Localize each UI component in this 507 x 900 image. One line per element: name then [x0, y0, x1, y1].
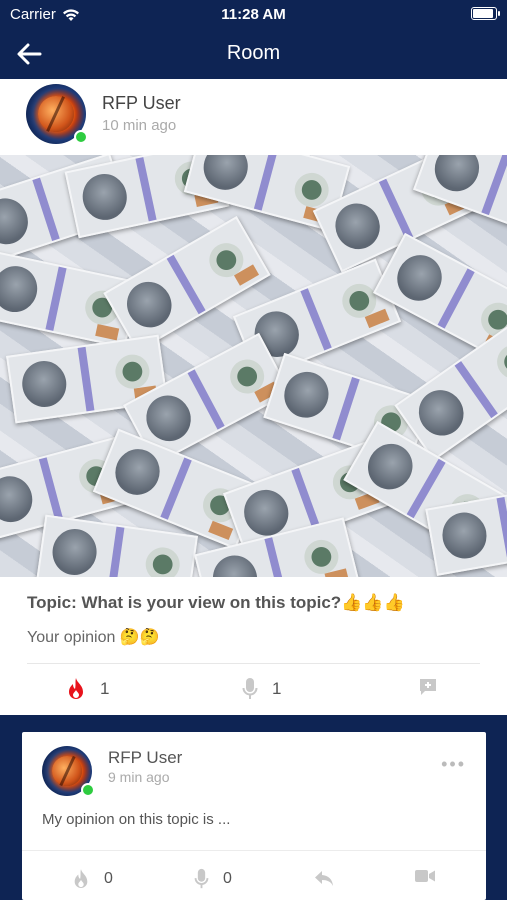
more-options-icon[interactable]: •••	[441, 754, 466, 775]
post-mic-button[interactable]: 1	[242, 677, 281, 701]
comment-actions: 0 0	[22, 868, 486, 892]
post-card: RFP User 10 min ago Topic: What is your …	[0, 79, 507, 715]
topic-text: Topic: What is your view on this topic?	[27, 593, 342, 612]
microphone-icon	[194, 868, 209, 889]
video-call-button[interactable]	[414, 868, 436, 884]
reply-button[interactable]	[313, 868, 335, 888]
clock: 11:28 AM	[221, 6, 286, 23]
comment-avatar[interactable]	[42, 746, 95, 797]
battery-icon	[471, 7, 500, 20]
add-comment-icon	[420, 679, 436, 695]
post-add-comment-button[interactable]	[418, 677, 438, 697]
post-fire-count: 1	[100, 679, 110, 698]
page-title: Room	[226, 42, 281, 64]
comment-body: My opinion on this topic is ...	[42, 811, 231, 828]
comment-mic-button[interactable]: 0	[194, 868, 232, 890]
online-status-dot	[74, 130, 88, 144]
comment-mic-count: 0	[223, 870, 232, 887]
post-mic-count: 1	[272, 679, 282, 698]
thinking-face-emoji: 🤔🤔	[119, 627, 160, 646]
post-timestamp: 10 min ago	[102, 117, 177, 134]
thumbs-up-emoji: 👍👍👍	[341, 593, 405, 613]
post-opinion: Your opinion 🤔🤔	[27, 627, 160, 647]
post-avatar[interactable]	[26, 84, 88, 144]
status-bar: Carrier 11:28 AM	[0, 0, 507, 30]
opinion-text: Your opinion	[27, 629, 116, 646]
post-image[interactable]	[0, 155, 507, 577]
post-fire-button[interactable]: 1	[66, 677, 109, 701]
comment-timestamp: 9 min ago	[108, 769, 170, 785]
microphone-icon	[242, 678, 258, 699]
comment-username[interactable]: RFP User	[108, 748, 182, 768]
post-actions: 1 1	[0, 677, 507, 703]
post-topic: Topic: What is your view on this topic?👍…	[27, 593, 405, 613]
fire-icon	[74, 869, 88, 888]
online-status-dot	[81, 783, 95, 797]
comment-fire-button[interactable]: 0	[72, 868, 113, 890]
divider	[22, 850, 486, 851]
divider	[27, 663, 480, 664]
comment-card: RFP User 9 min ago ••• My opinion on thi…	[22, 732, 486, 900]
video-camera-icon	[415, 870, 435, 882]
fire-icon	[69, 678, 83, 699]
reply-icon	[315, 871, 333, 886]
post-username[interactable]: RFP User	[102, 93, 181, 114]
comment-fire-count: 0	[104, 870, 113, 887]
navigation-bar: Room	[0, 30, 507, 78]
